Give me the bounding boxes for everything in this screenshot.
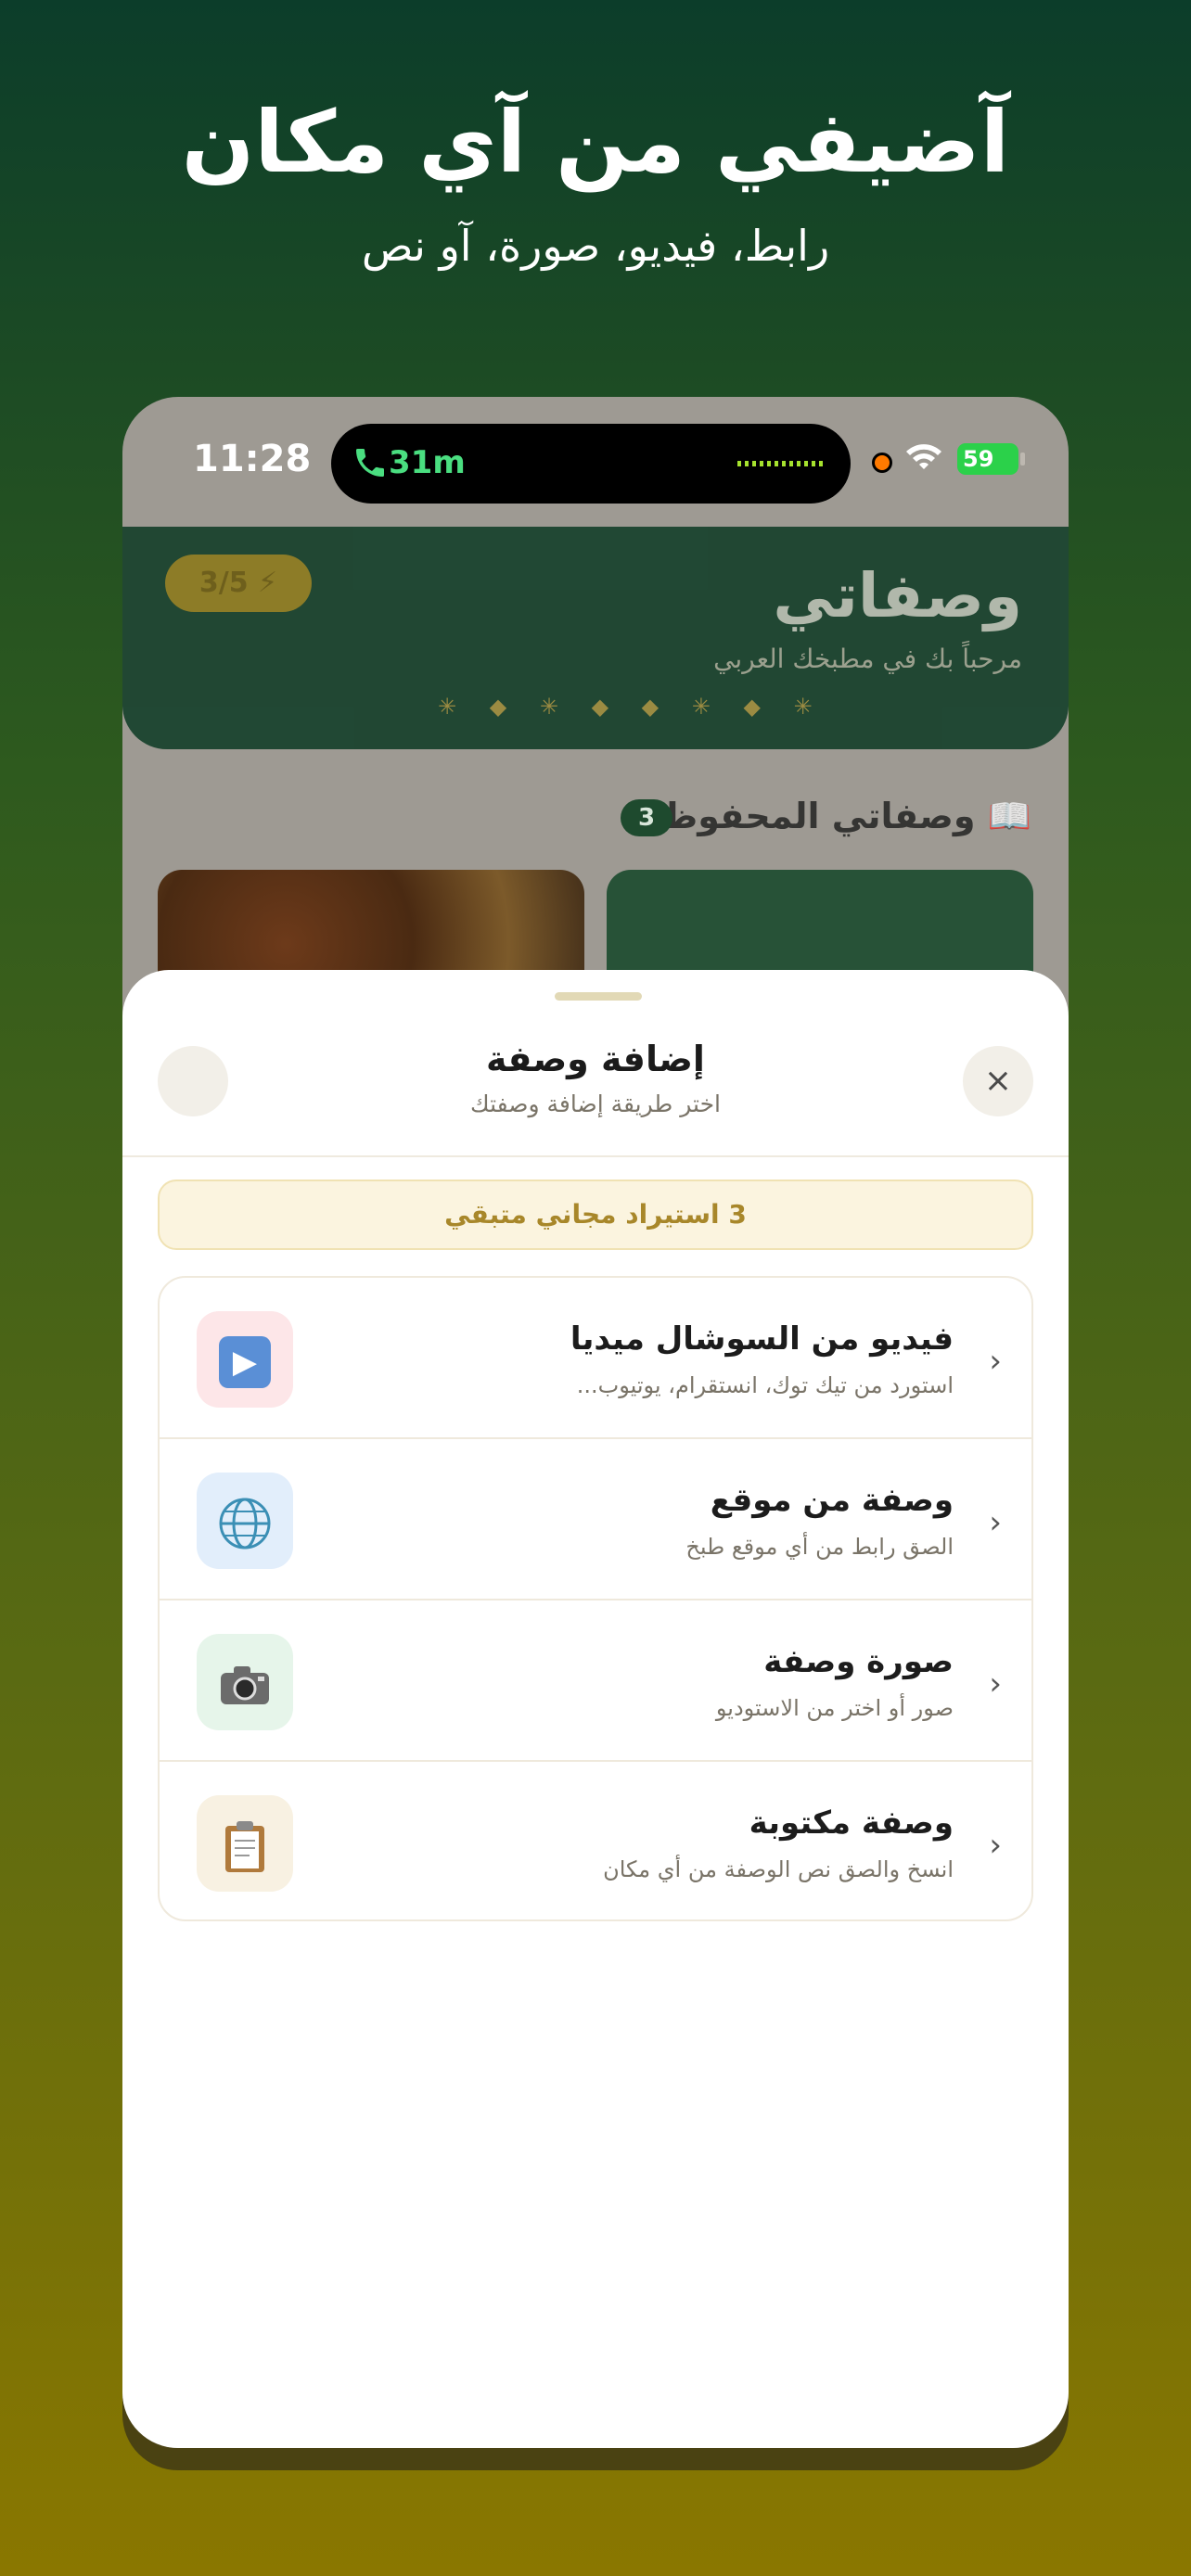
option-description: صور أو اختر من الاستوديو [715, 1695, 954, 1721]
dynamic-island[interactable]: 31m [331, 424, 851, 504]
option-title: وصفة مكتوبة [749, 1804, 954, 1842]
battery-indicator: 59 [957, 443, 1018, 475]
bolt-icon: ⚡ [258, 567, 278, 599]
quota-text: 3/5 [198, 567, 249, 599]
sheet-grabber[interactable] [555, 992, 642, 1001]
option-description: انسخ والصق نص الوصفة من أي مكان [603, 1856, 954, 1882]
phone-call-icon [356, 449, 384, 477]
app-header: 3/5 ⚡ وصفاتي مرحباً بك في مطبخك العربي ✳… [122, 527, 1069, 749]
call-duration: 31m [389, 444, 466, 481]
wifi-icon [906, 444, 941, 469]
status-time: 11:28 [193, 438, 312, 480]
camera-icon [197, 1634, 293, 1730]
sheet-left-button[interactable] [158, 1046, 228, 1116]
free-imports-banner: 3 استيراد مجاني متبقي [158, 1180, 1033, 1250]
option-website[interactable]: › وصفة من موقع الصق رابط من أي موقع طبخ [160, 1439, 1031, 1600]
decorative-dots: ✳ ◆ ✳ ◆ ◆ ✳ ◆ ✳ [438, 694, 826, 720]
chevron-icon: › [989, 1665, 1002, 1702]
chevron-icon: › [989, 1504, 1002, 1541]
close-button[interactable]: × [963, 1046, 1033, 1116]
app-subtitle: مرحباً بك في مطبخك العربي [713, 644, 1022, 674]
option-title: فيديو من السوشال ميديا [570, 1320, 954, 1358]
app-title: وصفاتي [773, 560, 1022, 631]
hero-subtitle: رابط، فيديو، صورة، آو نص [361, 221, 830, 271]
option-title: وصفة من موقع [710, 1482, 954, 1519]
saved-recipes-title: 📖 وصفاتي المحفوظة [643, 796, 1031, 836]
add-recipe-sheet: إضافة وصفة اختر طريقة إضافة وصفتك × 3 اس… [122, 970, 1069, 2448]
option-description: الصق رابط من أي موقع طبخ [685, 1534, 954, 1560]
hero-title: آضيفي من آي مكان [181, 93, 1010, 192]
import-options-list: › فيديو من السوشال ميديا استورد من تيك ت… [158, 1276, 1033, 1921]
option-description: استورد من تيك توك، انستقرام، يوتيوب... [576, 1372, 954, 1398]
chevron-icon: › [989, 1827, 1002, 1864]
sheet-subtitle: اختر طريقة إضافة وصفتك [470, 1090, 721, 1117]
video-play-icon: ▶ [197, 1311, 293, 1408]
recording-indicator-icon [872, 453, 892, 473]
option-written[interactable]: › وصفة مكتوبة انسخ والصق نص الوصفة من أي… [160, 1762, 1031, 1919]
sheet-title: إضافة وصفة [486, 1039, 705, 1079]
phone-frame: 11:28 31m 59 3/5 ⚡ وصفاتي مرحباً بك في م… [122, 397, 1069, 2448]
option-social-video[interactable]: › فيديو من السوشال ميديا استورد من تيك ت… [160, 1278, 1031, 1439]
option-photo[interactable]: › صورة وصفة صور أو اختر من الاستوديو [160, 1600, 1031, 1762]
battery-level: 59 [963, 446, 994, 472]
sheet-divider [122, 1155, 1069, 1157]
quota-badge[interactable]: 3/5 ⚡ [165, 555, 312, 612]
clipboard-icon [197, 1795, 293, 1892]
audio-wave-icon [737, 461, 823, 466]
status-bar: 11:28 31m 59 [122, 397, 1069, 527]
option-title: صورة وصفة [763, 1643, 954, 1680]
globe-icon [197, 1473, 293, 1569]
close-icon: × [983, 1062, 1013, 1100]
chevron-icon: › [989, 1343, 1002, 1380]
saved-count-badge: 3 [621, 799, 672, 836]
battery-nub [1020, 453, 1025, 465]
